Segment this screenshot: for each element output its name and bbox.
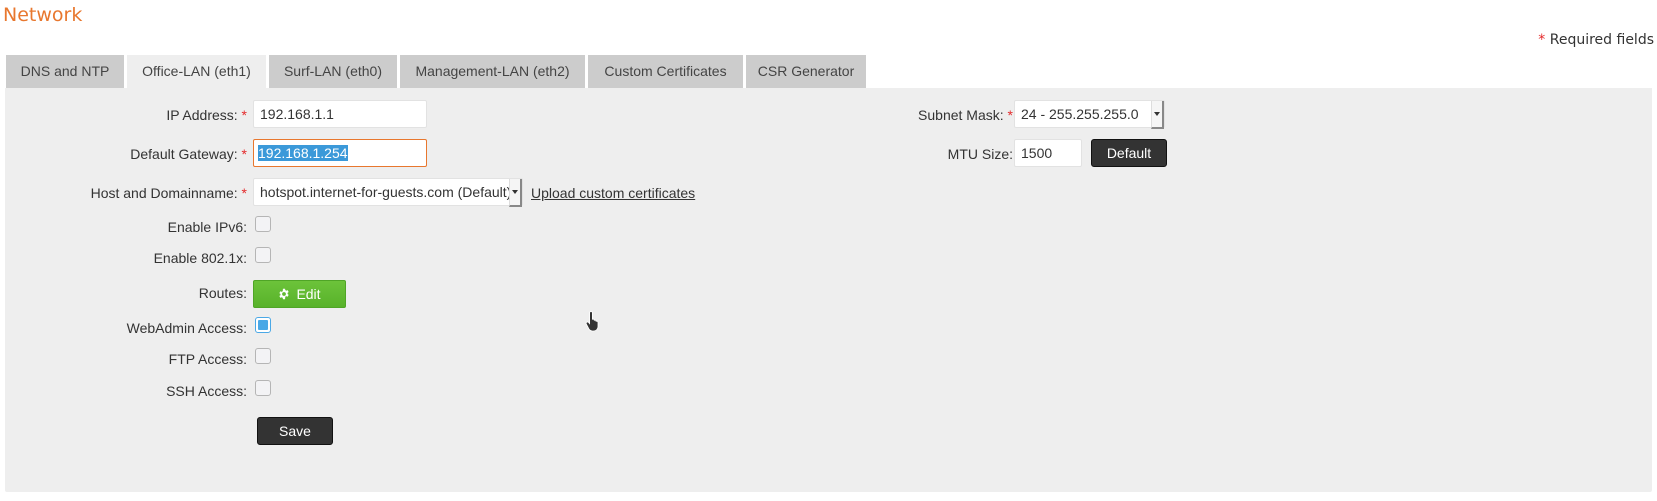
ip-address-label-text: IP Address: [166,107,238,123]
required-marker: * [241,146,247,162]
tab-management-lan[interactable]: Management-LAN (eth2) [400,55,585,88]
chevron-down-icon[interactable] [1151,101,1164,129]
tab-custom-certificates[interactable]: Custom Certificates [588,55,743,88]
mtu-default-button[interactable]: Default [1091,139,1167,167]
webadmin-access-checkbox[interactable] [255,317,271,333]
host-domainname-value: hotspot.internet-for-guests.com (Default… [260,184,512,200]
ssh-access-label: SSH Access: [166,383,247,399]
ssh-access-checkbox[interactable] [255,380,271,396]
settings-panel: IP Address: * Default Gateway: * 192.168… [5,88,1652,492]
ip-address-label: IP Address: * [166,107,247,123]
routes-label: Routes: [198,285,247,301]
tab-office-lan[interactable]: Office-LAN (eth1) [127,55,266,89]
webadmin-access-label: WebAdmin Access: [126,320,247,336]
default-gateway-label: Default Gateway: * [130,146,247,162]
gear-icon [279,288,290,300]
ftp-access-checkbox[interactable] [255,348,271,364]
tab-surf-lan[interactable]: Surf-LAN (eth0) [269,55,397,88]
tab-bar: DNS and NTP Office-LAN (eth1) Surf-LAN (… [6,55,869,89]
mtu-size-label: MTU Size: [947,146,1013,162]
host-domainname-label: Host and Domainname: * [91,185,247,201]
default-gateway-label-text: Default Gateway: [130,146,238,162]
required-fields-note: * Required fields [1538,32,1654,48]
enable-8021x-checkbox[interactable] [255,247,271,263]
tab-csr-generator[interactable]: CSR Generator [746,55,866,88]
required-marker: * [241,107,247,123]
subnet-mask-label-text: Subnet Mask: [918,107,1004,123]
checkbox-checked-fill [258,320,268,330]
required-marker: * [1538,32,1546,48]
enable-ipv6-checkbox[interactable] [255,216,271,232]
routes-edit-button[interactable]: Edit [253,280,346,308]
tab-dns-and-ntp[interactable]: DNS and NTP [6,55,124,88]
default-gateway-input[interactable]: 192.168.1.254 [253,139,427,167]
subnet-mask-select[interactable]: 24 - 255.255.255.0 [1014,100,1165,129]
hand-pointer-cursor-icon [585,311,599,332]
host-domainname-label-text: Host and Domainname: [90,185,238,201]
save-button[interactable]: Save [257,417,333,445]
enable-ipv6-label: Enable IPv6: [167,219,247,235]
page-title: Network [3,4,83,26]
default-gateway-value: 192.168.1.254 [258,145,348,161]
required-marker: * [241,185,247,201]
required-marker: * [1007,107,1013,123]
mtu-size-input[interactable] [1014,139,1082,167]
subnet-mask-label: Subnet Mask: * [918,107,1013,123]
required-fields-text: Required fields [1549,32,1654,48]
subnet-mask-value: 24 - 255.255.255.0 [1021,106,1139,122]
ip-address-input[interactable] [253,100,427,128]
upload-custom-certificates-link[interactable]: Upload custom certificates [531,185,695,201]
host-domainname-select[interactable]: hotspot.internet-for-guests.com (Default… [253,178,523,207]
routes-edit-label: Edit [296,286,321,302]
ftp-access-label: FTP Access: [168,351,247,367]
enable-8021x-label: Enable 802.1x: [153,250,247,266]
chevron-down-icon[interactable] [509,179,522,207]
